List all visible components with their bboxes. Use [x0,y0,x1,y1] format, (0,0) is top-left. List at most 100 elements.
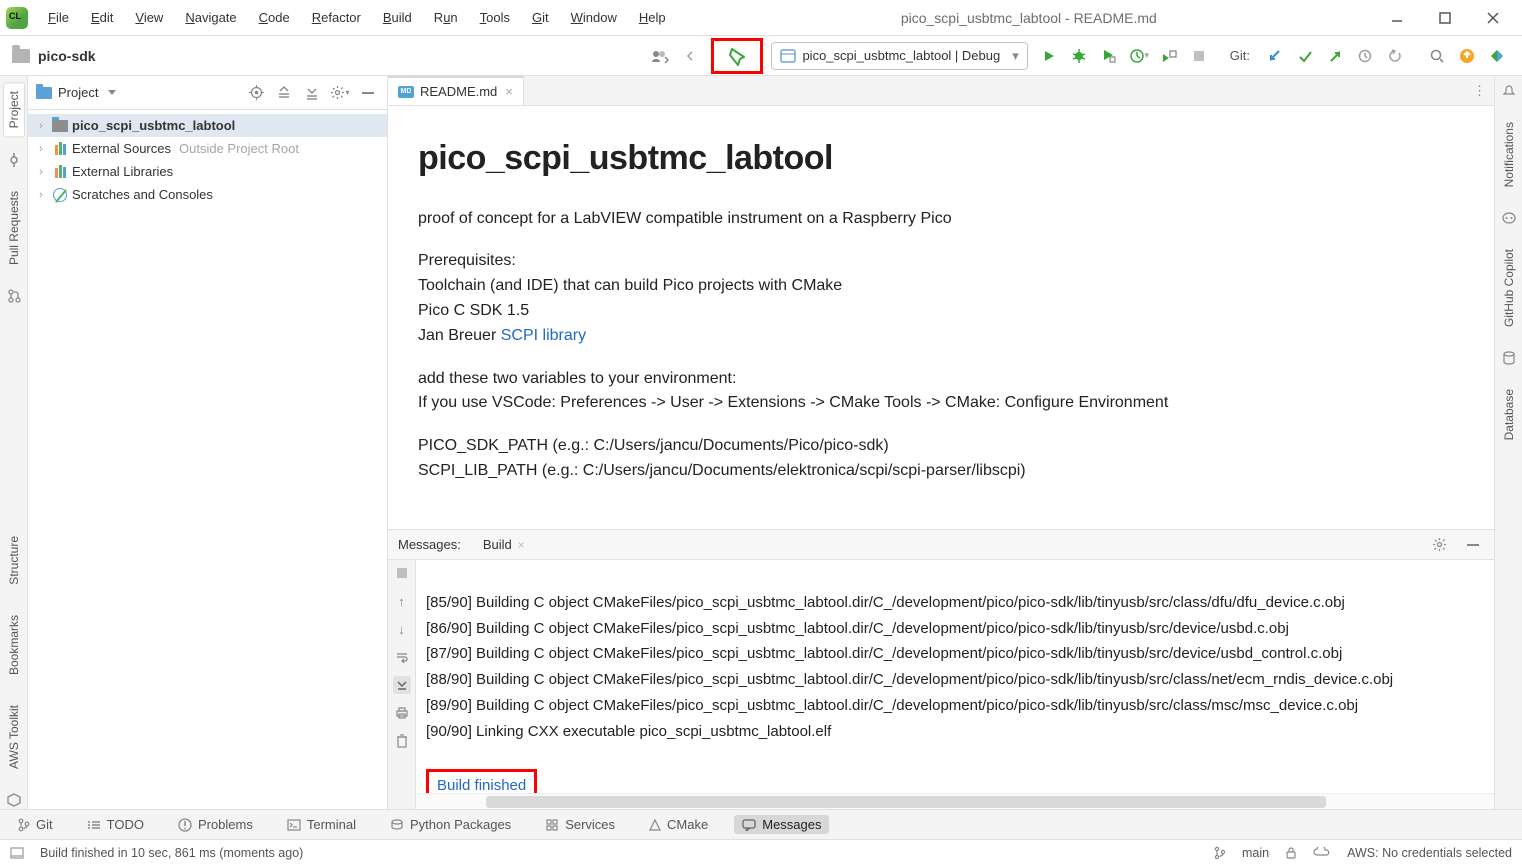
menu-tools[interactable]: Tools [470,6,520,29]
messages-output[interactable]: [85/90] Building C object CMakeFiles/pic… [416,560,1494,793]
breadcrumb-project[interactable]: pico-sdk [38,48,96,64]
menu-code[interactable]: Code [249,6,300,29]
tab-pull-requests[interactable]: Pull Requests [4,183,24,273]
code-with-me-icon[interactable] [647,43,673,69]
maximize-button[interactable] [1430,3,1460,33]
pull-request-stripe-icon[interactable] [5,287,23,305]
delete-icon[interactable] [393,732,411,750]
scrollbar-thumb[interactable] [486,796,1326,808]
aws-stripe-icon[interactable] [5,791,23,809]
tree-chevron-icon[interactable]: › [34,120,48,132]
tab-aws-toolkit[interactable]: AWS Toolkit [4,697,24,777]
editor-tab-readme[interactable]: README.md × [388,76,524,105]
close-tab-icon[interactable]: × [505,84,513,99]
menu-edit[interactable]: Edit [81,6,123,29]
messages-tab-build[interactable]: Build × [473,533,535,556]
debug-button[interactable] [1066,43,1092,69]
menu-window[interactable]: Window [561,6,627,29]
git-history-icon[interactable] [1352,43,1378,69]
bottom-cmake[interactable]: CMake [641,815,716,834]
tree-external-sources[interactable]: › External Sources Outside Project Root [28,137,387,160]
locate-icon[interactable] [245,82,267,104]
hide-panel-icon[interactable] [1462,534,1484,556]
up-icon[interactable]: ↑ [393,592,411,610]
bottom-todo[interactable]: TODO [79,815,152,834]
menu-build[interactable]: Build [373,6,422,29]
attach-button[interactable] [1156,43,1182,69]
bottom-problems[interactable]: Problems [170,815,261,834]
menu-navigate[interactable]: Navigate [175,6,246,29]
editor-tab-overflow[interactable]: ⋮ [1465,76,1494,105]
git-commit-icon[interactable] [1292,43,1318,69]
chevron-down-icon[interactable] [108,90,116,95]
close-tab-icon[interactable]: × [518,538,525,552]
profile-button[interactable]: ▾ [1126,43,1152,69]
status-aws[interactable]: AWS: No credentials selected [1347,846,1512,860]
tab-database[interactable]: Database [1499,381,1519,448]
branch-icon[interactable] [1214,846,1226,860]
tree-chevron-icon[interactable]: › [34,143,48,155]
bottom-messages[interactable]: Messages [734,815,829,834]
hide-panel-icon[interactable] [357,82,379,104]
menu-view[interactable]: View [125,6,173,29]
coverage-button[interactable] [1096,43,1122,69]
lock-icon[interactable] [1285,846,1297,859]
gear-icon[interactable] [1428,534,1450,556]
scpi-library-link[interactable]: SCPI library [501,327,586,344]
run-button[interactable] [1036,43,1062,69]
menu-run[interactable]: Run [424,6,468,29]
print-icon[interactable] [393,704,411,722]
soft-wrap-icon[interactable] [393,648,411,666]
tree-root[interactable]: › pico_scpi_usbtmc_labtool [28,114,387,137]
database-stripe-icon[interactable] [1500,349,1518,367]
jetbrains-toolbox-icon[interactable] [1484,43,1510,69]
gear-icon[interactable]: ▾ [329,82,351,104]
bell-icon[interactable] [1500,82,1518,100]
git-rollback-icon[interactable] [1382,43,1408,69]
tab-structure[interactable]: Structure [4,528,24,593]
editor-body[interactable]: pico_scpi_usbtmc_labtool proof of concep… [388,106,1494,529]
bottom-git[interactable]: Git [10,815,61,834]
tab-bookmarks[interactable]: Bookmarks [4,607,24,683]
close-button[interactable] [1478,3,1508,33]
git-update-icon[interactable] [1262,43,1288,69]
menu-help[interactable]: Help [629,6,676,29]
commit-stripe-icon[interactable] [5,151,23,169]
run-config-select[interactable]: pico_scpi_usbtmc_labtool | Debug ▾ [771,42,1027,70]
readme-prereq-2: Pico C SDK 1.5 [418,299,1464,324]
vcs-refresh-icon[interactable] [677,43,703,69]
menu-git[interactable]: Git [522,6,559,29]
tree-chevron-icon[interactable]: › [34,166,48,178]
bottom-label: Terminal [307,817,356,832]
project-header-title[interactable]: Project [58,85,98,100]
copilot-stripe-icon[interactable] [1500,209,1518,227]
aws-status-icon[interactable] [1313,847,1331,859]
tab-github-copilot[interactable]: GitHub Copilot [1499,241,1519,335]
git-push-icon[interactable] [1322,43,1348,69]
bottom-services[interactable]: Services [537,815,623,834]
menu-refactor[interactable]: Refactor [302,6,371,29]
tree-scratches[interactable]: › Scratches and Consoles [28,183,387,206]
folder-icon [52,118,68,134]
scroll-to-end-icon[interactable] [393,676,411,694]
menu-file[interactable]: File [38,6,79,29]
stop-button[interactable] [1186,43,1212,69]
bottom-terminal[interactable]: Terminal [279,815,364,834]
build-button[interactable] [724,43,750,69]
tab-project[interactable]: Project [3,82,25,137]
tree-external-libraries[interactable]: › External Libraries [28,160,387,183]
stop-build-icon[interactable] [393,564,411,582]
tree-chevron-icon[interactable]: › [34,189,48,201]
bottom-python-packages[interactable]: Python Packages [382,815,519,834]
expand-all-icon[interactable] [273,82,295,104]
status-bar-toggle-icon[interactable] [10,847,24,859]
minimize-button[interactable] [1382,3,1412,33]
search-icon[interactable] [1424,43,1450,69]
project-tree[interactable]: › pico_scpi_usbtmc_labtool › External So… [28,110,387,809]
tab-notifications[interactable]: Notifications [1499,114,1519,195]
down-icon[interactable]: ↓ [393,620,411,638]
status-branch[interactable]: main [1242,846,1269,860]
messages-hscroll[interactable] [416,793,1494,809]
collapse-all-icon[interactable] [301,82,323,104]
ide-updates-icon[interactable] [1454,43,1480,69]
